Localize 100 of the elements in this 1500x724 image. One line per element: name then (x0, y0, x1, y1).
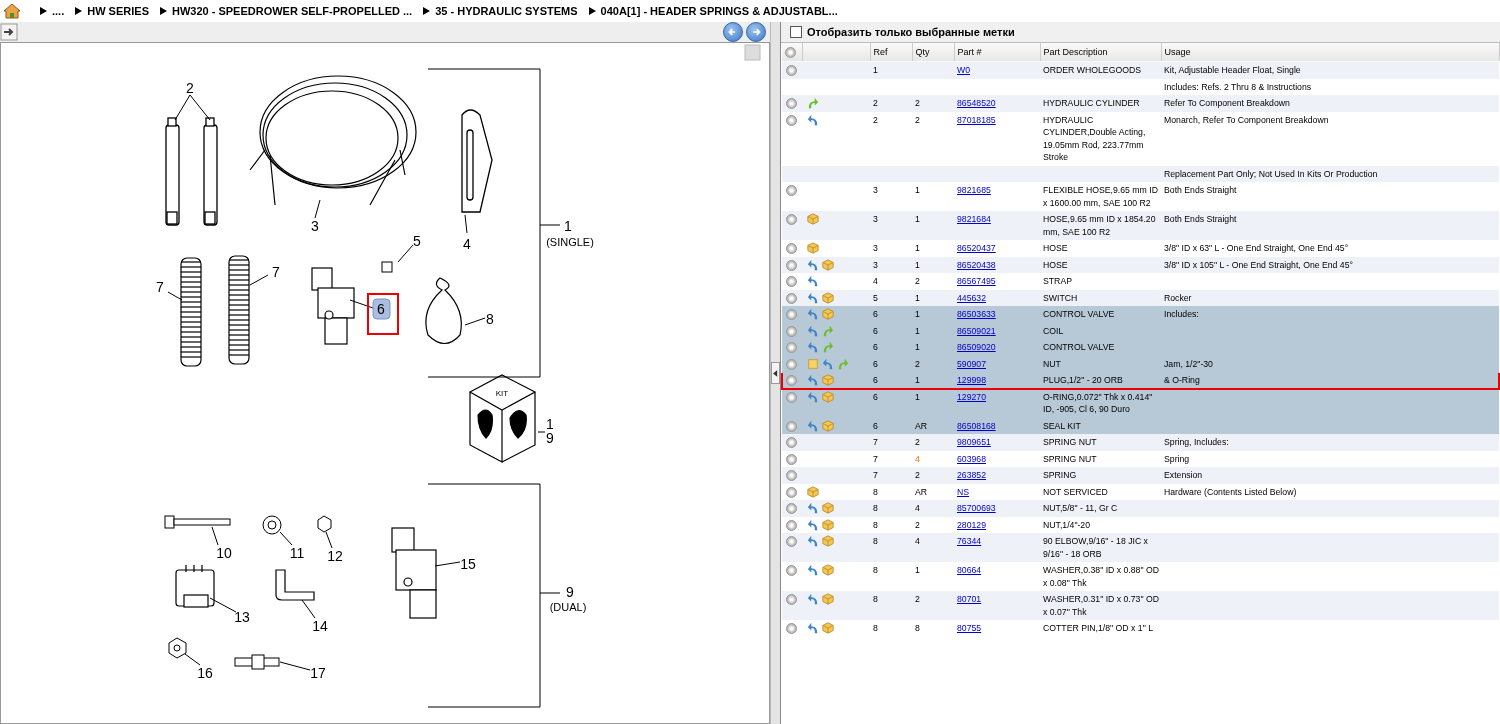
table-row[interactable]: 8 8 80755 COTTER PIN,1/8" OD x 1" L (782, 620, 1499, 637)
expand-icon[interactable] (786, 243, 797, 255)
return-arrow-icon[interactable] (807, 258, 819, 271)
part-number-link[interactable]: 86509021 (957, 325, 996, 336)
expand-icon[interactable] (786, 65, 797, 77)
box-icon[interactable] (822, 308, 834, 320)
part-number-link[interactable]: 80701 (957, 594, 982, 604)
expand-icon[interactable] (786, 259, 797, 271)
return-arrow-icon[interactable] (807, 324, 819, 337)
return-arrow-icon[interactable] (822, 357, 834, 370)
table-row[interactable]: 6 1 86509020 CONTROL VALVE (782, 339, 1499, 356)
collapse-button[interactable] (771, 362, 780, 384)
column-header[interactable]: Usage (1161, 43, 1499, 62)
forward-arrow-icon[interactable] (807, 97, 819, 109)
table-row[interactable]: 3 1 86520437 HOSE 3/8" ID x 63" L - One End Straight, One End 45° (782, 240, 1499, 257)
breadcrumb-link[interactable]: HW320 - SPEEDROWER SELF-PROPELLED ... (171, 5, 413, 17)
breadcrumb-link[interactable]: 35 - HYDRAULIC SYSTEMS (435, 5, 578, 17)
table-row[interactable]: 8 1 80664 WASHER,0.38" ID x 0.88" OD x 0.08" Thk (782, 562, 1499, 591)
expand-icon[interactable] (786, 565, 797, 577)
box-icon[interactable] (822, 518, 834, 531)
box-icon[interactable] (822, 390, 834, 403)
part-number-link[interactable]: 590907 (957, 358, 986, 369)
expand-icon[interactable] (786, 375, 797, 387)
box-icon[interactable] (822, 258, 834, 271)
part-number-link[interactable]: 445632 (957, 292, 986, 303)
box-icon[interactable] (822, 564, 834, 576)
part-number-link[interactable]: 9821685 (957, 185, 991, 195)
part-number-link[interactable]: 129270 (957, 391, 986, 402)
box-icon[interactable] (822, 374, 834, 386)
part-number-link[interactable]: 86520438 (957, 259, 996, 270)
box-icon[interactable] (822, 535, 834, 547)
expand-icon[interactable] (786, 309, 797, 321)
table-row[interactable]: 4 2 86567495 STRAP (782, 273, 1499, 290)
table-row[interactable]: 7 2 9809651 SPRING NUT Spring, Includes: (782, 434, 1499, 451)
expand-icon[interactable] (786, 470, 797, 482)
scroll-thumb[interactable] (744, 44, 761, 61)
box-icon[interactable] (807, 213, 819, 225)
table-row[interactable]: 8 2 80701 WASHER,0.31" ID x 0.73" OD x 0.07" Thk (782, 591, 1499, 620)
back-button[interactable] (723, 22, 743, 42)
return-arrow-icon[interactable] (807, 113, 819, 126)
part-number-link[interactable]: 9809651 (957, 437, 991, 447)
part-number-link[interactable]: 80664 (957, 565, 982, 575)
expand-icon[interactable] (786, 594, 797, 606)
table-row[interactable]: 8 AR NS NOT SERVICED Hardware (Contents Listed Below) (782, 483, 1499, 500)
part-number-link[interactable]: 603968 (957, 453, 986, 464)
return-arrow-icon[interactable] (807, 564, 819, 576)
box-icon[interactable] (822, 291, 834, 304)
expand-icon[interactable] (786, 98, 797, 110)
expand-icon[interactable] (786, 437, 797, 449)
box-icon[interactable] (822, 593, 834, 605)
part-number-link[interactable]: 87018185 (957, 114, 996, 125)
table-row[interactable]: Includes: Refs. 2 Thru 8 & Instructions (782, 78, 1499, 95)
part-number-link[interactable]: 263852 (957, 470, 986, 480)
table-row[interactable]: 8 4 85700693 NUT,5/8" - 11, Gr C (782, 500, 1499, 517)
note-icon[interactable] (807, 357, 819, 370)
part-number-link[interactable]: 280129 (957, 519, 986, 530)
return-arrow-icon[interactable] (807, 593, 819, 605)
table-row[interactable]: 6 1 129270 O-RING,0.072" Thk x 0.414" ID, -905, Cl 6, 90 Duro (782, 388, 1499, 418)
part-number-link[interactable]: 9821684 (957, 214, 991, 224)
part-number-link[interactable]: W0 (957, 65, 971, 75)
expand-icon[interactable] (786, 519, 797, 531)
expand-icon[interactable] (786, 391, 797, 403)
table-row[interactable]: 8 2 280129 NUT,1/4"-20 (782, 516, 1499, 533)
checkbox[interactable] (790, 26, 802, 38)
expand-icon[interactable] (786, 503, 797, 515)
expand-icon[interactable] (786, 536, 797, 548)
part-number-link[interactable]: 86520437 (957, 243, 996, 253)
table-row[interactable]: 6 1 129998 PLUG,1/2" - 20 ORB & O-Ring (782, 372, 1499, 389)
callout-label[interactable]: 6 (377, 301, 385, 317)
table-row[interactable]: 3 1 9821685 FLEXIBLE HOSE,9.65 mm ID x 1600.00 mm, SAE 100 R2 Both Ends Straight (782, 182, 1499, 211)
part-number-link[interactable]: NS (957, 486, 970, 497)
forward-arrow-icon[interactable] (822, 341, 834, 353)
expand-icon[interactable] (786, 214, 797, 226)
expand-icon[interactable] (786, 453, 797, 465)
panel-export-icon[interactable] (0, 23, 18, 41)
part-number-link[interactable]: 76344 (957, 536, 982, 546)
home-icon[interactable] (3, 3, 21, 19)
table-row[interactable]: 3 1 9821684 HOSE,9.65 mm ID x 1854.20 mm, SAE 100 R2 Both Ends Straight (782, 211, 1499, 240)
column-header[interactable]: Ref (870, 43, 912, 62)
expand-icon[interactable] (786, 342, 797, 354)
box-icon[interactable] (822, 622, 834, 634)
expand-icon[interactable] (786, 358, 797, 370)
forward-arrow-icon[interactable] (837, 357, 849, 370)
part-number-link[interactable]: 86567495 (957, 276, 996, 286)
table-row[interactable]: 5 1 445632 SWITCH Rocker (782, 289, 1499, 306)
column-header[interactable]: Qty (912, 43, 954, 62)
box-icon[interactable] (807, 242, 819, 254)
expand-icon[interactable] (786, 420, 797, 432)
part-number-link[interactable]: 85700693 (957, 503, 996, 513)
expand-all-icon[interactable] (785, 46, 796, 58)
expand-icon[interactable] (786, 623, 797, 635)
forward-arrow-icon[interactable] (822, 324, 834, 337)
part-number-link[interactable]: 86509020 (957, 342, 996, 352)
expand-icon[interactable] (786, 185, 797, 197)
table-row[interactable]: 6 1 86503633 CONTROL VALVE Includes: (782, 306, 1499, 323)
breadcrumb-link[interactable]: 040A[1] - HEADER SPRINGS & ADJUSTABL... (600, 5, 838, 17)
breadcrumb-link[interactable]: .... (52, 5, 65, 17)
table-row[interactable]: 7 4 603968 SPRING NUT Spring (782, 450, 1499, 467)
expand-icon[interactable] (786, 486, 797, 498)
part-number-link[interactable]: 80755 (957, 623, 982, 633)
